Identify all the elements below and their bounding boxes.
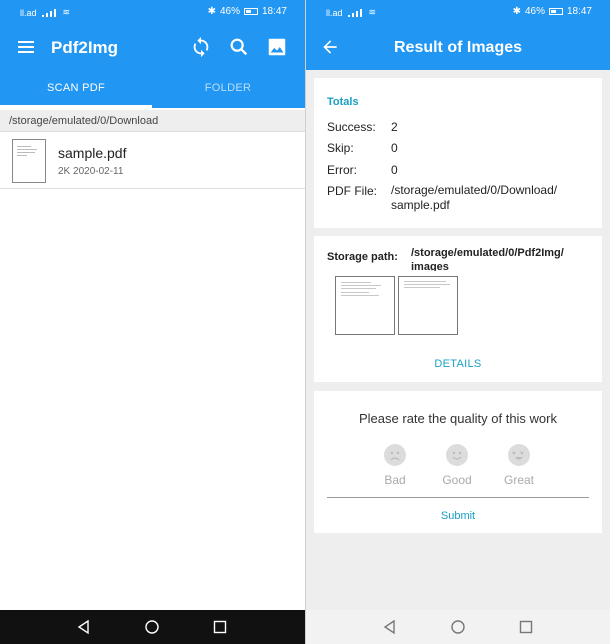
signal-icon [347,8,364,17]
signal-icon [41,8,58,17]
recents-nav-icon[interactable] [212,619,228,635]
tab-indicator [0,105,152,108]
divider [327,497,589,498]
bluetooth-icon: ✱ [512,6,521,17]
battery-percent: 46% [524,6,545,17]
pdf-file-label: PDF File: [327,184,378,198]
carrier-text: ll.ad [20,7,37,18]
gallery-icon[interactable] [266,36,288,58]
back-nav-icon[interactable] [382,619,398,635]
details-button[interactable]: DETAILS [314,358,602,370]
status-right: ✱ 46% 18:47 [513,6,592,17]
navigation-bar [306,610,610,644]
tab-folder[interactable]: FOLDER [152,70,304,108]
wifi-icon: ≋ [368,7,377,17]
bluetooth-icon: ✱ [207,6,216,17]
status-bar: ll.ad ≋ ✱ 46% 18:47 [0,0,305,24]
wifi-icon: ≋ [62,7,71,17]
storage-card: Storage path: /storage/emulated/0/Pdf2Im… [314,236,602,382]
skip-label: Skip: [327,141,354,155]
status-bar: ll.ad ≋ ✱ 46% 18:47 [306,0,610,24]
rating-question: Please rate the quality of this work [359,411,557,426]
home-nav-icon[interactable] [450,619,466,635]
back-nav-icon[interactable] [76,619,92,635]
svg-text:♥: ♥ [512,451,516,457]
skip-value: 0 [391,141,398,155]
smile-face-icon[interactable] [446,444,468,466]
home-nav-icon[interactable] [144,619,160,635]
pdf-file-value: /storage/emulated/0/Download/ sample.pdf [391,183,558,212]
tab-scan-pdf[interactable]: SCAN PDF [0,70,152,108]
status-right: ✱ 46% 18:47 [208,6,287,17]
battery-icon [243,8,258,15]
storage-path-value: /storage/emulated/0/Pdf2Img/ images [411,247,564,271]
app-bar: Pdf2Img [0,24,305,70]
sync-icon[interactable] [190,36,212,58]
error-value: 0 [391,163,398,177]
file-name: sample.pdf [58,145,127,161]
rating-great-label[interactable]: Great [494,473,544,487]
app-bar: Result of Images [306,24,610,70]
recents-nav-icon[interactable] [518,619,534,635]
clock: 18:47 [566,6,592,17]
success-value: 2 [391,120,398,134]
pdf-thumbnail [12,139,46,183]
submit-button[interactable]: Submit [314,510,602,522]
totals-card: Totals Success: 2 Skip: 0 Error: 0 PDF F… [314,78,602,228]
image-thumbnail[interactable] [335,276,395,335]
heart-eyes-face-icon[interactable]: ♥ ♥ [508,444,530,466]
clock: 18:47 [261,6,287,17]
error-label: Error: [327,163,357,177]
search-icon[interactable] [228,36,250,58]
battery-icon [548,8,563,15]
svg-text:♥: ♥ [520,451,524,457]
rating-bad-label[interactable]: Bad [370,473,420,487]
success-label: Success: [327,120,376,134]
page-title: Result of Images [393,39,523,56]
back-arrow-icon[interactable] [320,37,340,57]
app-title: Pdf2Img [51,38,119,57]
carrier-text: ll.ad [326,7,343,18]
sad-face-icon[interactable] [384,444,406,466]
storage-path-label: Storage path: [327,251,398,263]
file-date: 2020-02-11 [73,166,124,177]
totals-heading: Totals [327,96,359,108]
file-meta: 2K 2020-02-11 [58,166,123,177]
file-size: 2K [58,166,71,177]
left-screen: ll.ad ≋ ✱ 46% 18:47 Pdf2Img SCAN PDF FOL… [0,0,305,644]
right-screen: ll.ad ≋ ✱ 46% 18:47 Result of Images Tot… [306,0,610,644]
status-left: ll.ad ≋ [326,7,376,18]
current-path: /storage/emulated/0/Download [0,110,305,132]
menu-icon[interactable] [18,41,34,53]
status-left: ll.ad ≋ [20,7,70,18]
tab-bar: SCAN PDF FOLDER [0,70,305,108]
rating-card: Please rate the quality of this work ♥ ♥ … [314,391,602,533]
image-thumbnail[interactable] [398,276,458,335]
battery-percent: 46% [219,6,240,17]
list-item[interactable]: sample.pdf 2K 2020-02-11 [0,133,305,189]
rating-good-label[interactable]: Good [432,473,482,487]
navigation-bar [0,610,305,644]
